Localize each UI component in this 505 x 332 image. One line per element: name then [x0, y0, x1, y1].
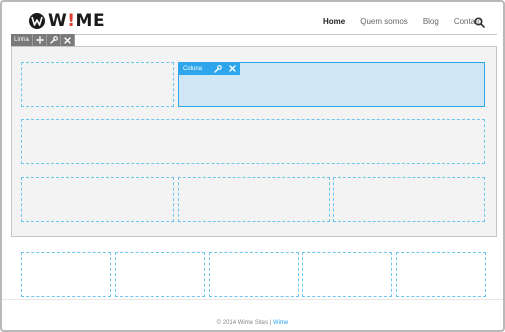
column-toolbar: Coluna — [178, 62, 240, 75]
footer-cell-2[interactable] — [115, 252, 205, 297]
wrench-icon[interactable] — [47, 34, 61, 46]
row-label: Linha — [11, 34, 33, 46]
close-icon[interactable] — [61, 34, 75, 46]
footer-divider — [2, 299, 503, 300]
logo-text: W!ME — [48, 11, 106, 31]
move-icon[interactable] — [33, 34, 47, 46]
footer-copyright: © 2014 Wime Sites | — [216, 320, 273, 326]
footer-cell-4[interactable] — [302, 252, 392, 297]
column-label: Coluna — [183, 65, 203, 72]
row-toolbar: Linha — [11, 34, 75, 46]
page-frame: W!ME Home Quem somos Blog Contato Linha — [0, 0, 505, 332]
logo[interactable]: W!ME — [29, 11, 105, 31]
nav-item-quem-somos[interactable]: Quem somos — [360, 17, 408, 26]
search-icon[interactable] — [474, 15, 485, 28]
row-top-border — [11, 34, 497, 35]
site-header: W!ME Home Quem somos Blog Contato — [2, 2, 503, 36]
close-icon[interactable] — [225, 62, 240, 75]
main-nav: Home Quem somos Blog Contato — [323, 17, 497, 26]
nav-item-home[interactable]: Home — [323, 17, 345, 26]
logo-icon — [29, 13, 45, 29]
wrench-icon[interactable] — [210, 62, 225, 75]
footer-cell-3[interactable] — [209, 252, 299, 297]
grid-cell-3-3[interactable] — [333, 177, 485, 222]
footer-link[interactable]: Wime — [273, 320, 288, 326]
footer-cell-1[interactable] — [21, 252, 111, 297]
site-footer: © 2014 Wime Sites | Wime — [2, 320, 503, 326]
grid-cell-2-1[interactable] — [21, 119, 485, 164]
footer-cell-5[interactable] — [396, 252, 486, 297]
grid-cell-3-2[interactable] — [178, 177, 330, 222]
nav-item-blog[interactable]: Blog — [423, 17, 439, 26]
grid-cell-1-1[interactable] — [21, 62, 174, 107]
grid-cell-3-1[interactable] — [21, 177, 174, 222]
